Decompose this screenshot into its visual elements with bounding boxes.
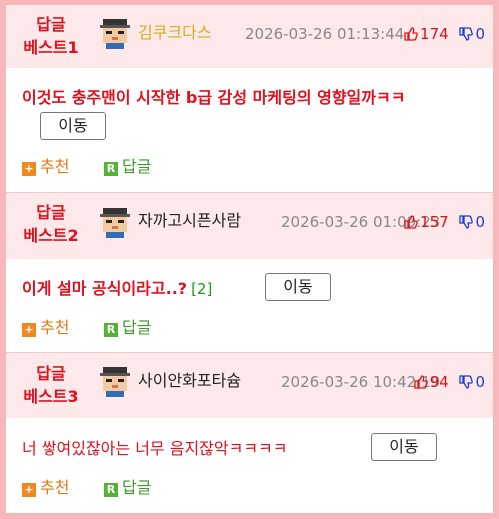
pixel-avatar-icon[interactable] xyxy=(100,367,130,397)
reply-count[interactable]: [2] xyxy=(191,280,212,298)
reply-button[interactable]: R 답글 xyxy=(104,478,151,498)
nickname[interactable]: 자까고시픈사람 xyxy=(138,211,241,231)
thumbs-up-icon xyxy=(404,27,418,41)
nickname[interactable]: 사이안화포타슘 xyxy=(138,371,241,391)
upvote[interactable]: 157 xyxy=(404,212,449,232)
pixel-avatar-icon[interactable] xyxy=(100,19,130,49)
reply-button[interactable]: R 답글 xyxy=(104,157,151,177)
upvote-count: 174 xyxy=(420,25,449,43)
recommend-label: 추천 xyxy=(40,157,70,176)
reply-r-icon: R xyxy=(104,483,118,497)
move-button[interactable]: 이동 xyxy=(265,273,331,301)
thumbs-down-icon xyxy=(459,215,474,229)
comment-text: 너 쌓여있잖아는 너무 음지잖악ㅋㅋㅋㅋ xyxy=(22,438,288,460)
best-badge: 답글 베스트3 xyxy=(14,362,88,408)
thumbs-down-icon xyxy=(459,375,474,389)
thumbs-up-icon xyxy=(413,375,428,389)
downvote[interactable]: 0 xyxy=(459,24,485,44)
upvote[interactable]: 174 xyxy=(404,24,449,44)
timestamp: 2026-03-26 01:13:44 xyxy=(245,25,405,43)
downvote[interactable]: 0 xyxy=(459,372,485,392)
comment-text: 이게 설마 공식이라고..? [2] xyxy=(22,278,212,300)
comment-content: 이것도 충주맨이 시작한 b급 감성 마케팅의 영향일까ㅋㅋ xyxy=(22,88,406,107)
move-button[interactable]: 이동 xyxy=(40,112,106,140)
recommend-button[interactable]: + 추천 xyxy=(22,478,69,498)
nickname[interactable]: 김쿠크다스 xyxy=(138,23,212,43)
best-badge-line1: 답글 xyxy=(36,203,66,222)
recommend-button[interactable]: + 추천 xyxy=(22,157,69,177)
best-badge: 답글 베스트2 xyxy=(14,201,88,247)
thumbs-up-icon xyxy=(404,215,418,229)
upvote-count: 94 xyxy=(429,373,449,391)
vote-counts: 157 0 xyxy=(404,212,485,232)
reply-label: 답글 xyxy=(122,318,152,337)
plus-icon: + xyxy=(22,323,36,337)
best-badge: 답글 베스트1 xyxy=(14,13,88,59)
move-button[interactable]: 이동 xyxy=(371,433,437,461)
thumbs-down-icon xyxy=(459,27,474,41)
downvote-count: 0 xyxy=(475,213,485,231)
vote-counts: 174 0 xyxy=(404,24,485,44)
plus-icon: + xyxy=(22,162,36,176)
reply-label: 답글 xyxy=(122,157,152,176)
plus-icon: + xyxy=(22,483,36,497)
upvote-count: 157 xyxy=(420,213,449,231)
recommend-button[interactable]: + 추천 xyxy=(22,318,69,338)
comment-text: 이것도 충주맨이 시작한 b급 감성 마케팅의 영향일까ㅋㅋ xyxy=(22,87,405,109)
comment-content: 이게 설마 공식이라고..? xyxy=(22,279,188,298)
reply-r-icon: R xyxy=(104,162,118,176)
best-badge-line2: 베스트3 xyxy=(23,387,79,406)
vote-counts: 94 0 xyxy=(413,372,485,392)
best-badge-line1: 답글 xyxy=(36,364,66,383)
best-badge-line2: 베스트1 xyxy=(23,38,79,57)
comment-list: 답글 베스트1 김쿠크다스 2026-03-26 01:13:44 174 0 … xyxy=(6,5,493,513)
best-badge-line1: 답글 xyxy=(36,15,66,34)
pixel-avatar-icon[interactable] xyxy=(100,208,130,238)
reply-r-icon: R xyxy=(104,323,118,337)
upvote[interactable]: 94 xyxy=(413,372,449,392)
comment-content: 너 쌓여있잖아는 너무 음지잖악ㅋㅋㅋㅋ xyxy=(22,439,288,458)
reply-button[interactable]: R 답글 xyxy=(104,318,151,338)
reply-label: 답글 xyxy=(122,478,152,497)
recommend-label: 추천 xyxy=(40,318,70,337)
best-badge-line2: 베스트2 xyxy=(23,226,79,245)
recommend-label: 추천 xyxy=(40,478,70,497)
downvote-count: 0 xyxy=(475,373,485,391)
downvote-count: 0 xyxy=(475,25,485,43)
downvote[interactable]: 0 xyxy=(459,212,485,232)
